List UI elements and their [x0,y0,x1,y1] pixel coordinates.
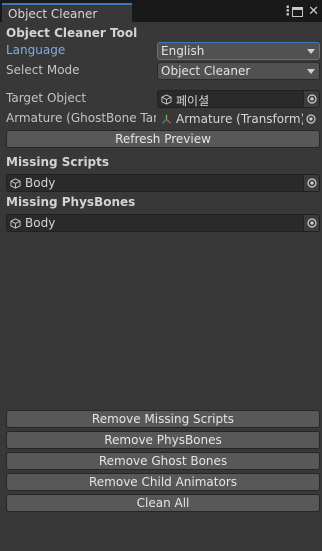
chevron-down-icon [307,69,315,74]
close-icon[interactable]: ✕ [308,5,319,18]
inspector-panel: Object Cleaner Tool Language English Sel… [0,22,322,551]
missing-physbones-title: Missing PhysBones [6,195,136,209]
missing-script-item: Body [25,176,56,190]
object-picker-icon[interactable] [303,111,319,127]
armature-label: Armature (GhostBone Targ [6,111,156,125]
window-controls: ⋮ ✕ [281,3,319,20]
remove-physbones-button[interactable]: Remove PhysBones [6,431,320,449]
tool-title: Object Cleaner Tool [6,25,320,43]
object-picker-icon[interactable] [303,91,319,107]
object-picker-icon[interactable] [303,215,319,231]
gameobject-icon [161,94,172,105]
remove-child-animators-button[interactable]: Remove Child Animators [6,473,320,491]
missing-script-object-field[interactable]: Body [6,174,320,192]
target-object-value: 페이셜 [176,94,210,108]
missing-physbone-item: Body [25,216,56,230]
language-label: Language [6,43,66,57]
gameobject-icon [10,178,21,189]
window-tab-bar: Object Cleaner ⋮ ✕ [0,0,322,22]
language-row: Language English [6,42,320,60]
missing-physbone-object-field[interactable]: Body [6,214,320,232]
chevron-down-icon [307,49,315,54]
transform-icon [161,114,172,124]
language-value: English [161,44,205,58]
armature-row: Armature (GhostBone Targ Armature (Trans… [6,110,320,128]
gameobject-icon [10,218,21,229]
target-object-field[interactable]: 페이셜 [157,90,320,108]
remove-ghost-bones-button[interactable]: Remove Ghost Bones [6,452,320,470]
mode-row: Select Mode Object Cleaner [6,62,320,80]
missing-scripts-header: Missing Scripts [6,154,320,172]
armature-field[interactable]: Armature (Transform) [157,110,320,128]
mode-value: Object Cleaner [161,64,251,78]
mode-dropdown[interactable]: Object Cleaner [157,62,320,80]
missing-scripts-title: Missing Scripts [6,155,110,169]
refresh-preview-button[interactable]: Refresh Preview [6,130,320,148]
maximize-icon[interactable] [292,6,304,17]
armature-value: Armature (Transform) [176,112,306,126]
mode-label: Select Mode [6,63,80,77]
object-picker-icon[interactable] [303,175,319,191]
more-vertical-icon[interactable]: ⋮ [281,5,294,18]
remove-missing-scripts-button[interactable]: Remove Missing Scripts [6,410,320,428]
target-row: Target Object 페이셜 [6,90,320,108]
tab-title: Object Cleaner [8,7,98,21]
tool-title-text: Object Cleaner Tool [6,26,138,40]
tab-object-cleaner[interactable]: Object Cleaner [2,3,132,22]
language-dropdown[interactable]: English [157,42,320,60]
target-label: Target Object [6,91,87,105]
clean-all-button[interactable]: Clean All [6,494,320,512]
missing-physbones-header: Missing PhysBones [6,194,320,212]
